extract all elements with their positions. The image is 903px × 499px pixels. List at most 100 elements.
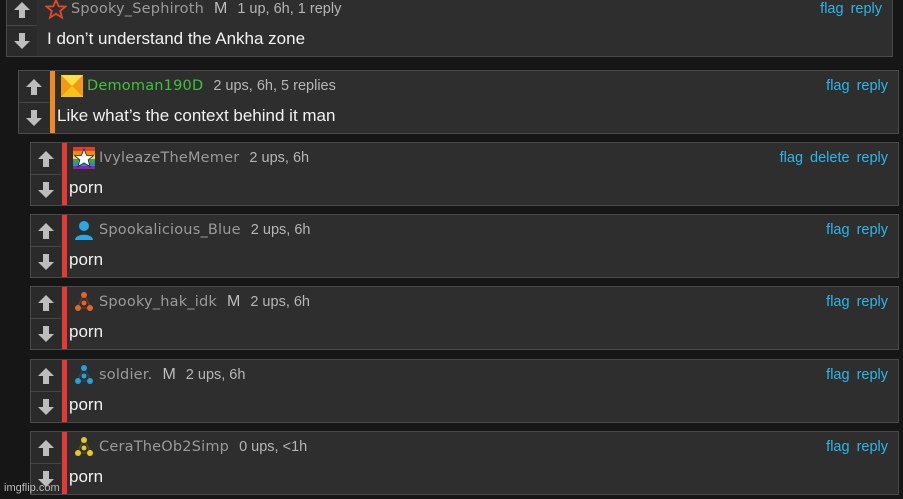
flag-link[interactable]: flag — [826, 78, 849, 94]
username[interactable]: IvyleazeTheMemer — [99, 150, 239, 166]
reply-link[interactable]: reply — [857, 367, 888, 383]
arrow-down-icon — [26, 109, 42, 126]
comment-actions: flag reply — [819, 364, 888, 386]
arrow-up-icon — [38, 150, 54, 167]
thread-accent-bar — [50, 71, 55, 133]
comment-meta: 2 ups, 6h, 5 replies — [213, 78, 336, 94]
avatar[interactable] — [73, 291, 95, 313]
downvote-button[interactable] — [31, 174, 61, 205]
username[interactable]: Spookalicious_Blue — [99, 222, 241, 238]
avatar[interactable] — [73, 219, 95, 241]
upvote-button[interactable] — [19, 71, 49, 103]
comment-meta: 2 ups, 6h — [250, 294, 311, 310]
username[interactable]: soldier. — [99, 367, 152, 383]
avatar[interactable] — [73, 436, 95, 458]
upvote-button[interactable] — [31, 143, 61, 175]
comment-header: Spooky_hak_idk M 2 ups, 6h — [99, 291, 310, 313]
comment-text: Like what’s the context behind it man — [57, 106, 336, 125]
delete-link[interactable]: delete — [810, 150, 850, 166]
comment-text: I don’t understand the Ankha zone — [47, 29, 306, 48]
comment-header: soldier. M 2 ups, 6h — [99, 364, 245, 386]
flag-link[interactable]: flag — [820, 1, 843, 17]
comment: CeraTheOb2Simp 0 ups, <1h flag reply por… — [30, 431, 899, 495]
arrow-down-icon — [38, 398, 54, 415]
upvote-button[interactable] — [31, 360, 61, 392]
arrow-down-icon — [38, 325, 54, 342]
vote-column — [31, 287, 61, 349]
comment-meta: 2 ups, 6h — [185, 367, 246, 383]
mod-badge: M — [227, 293, 241, 310]
username[interactable]: Spooky_Sephiroth — [71, 1, 204, 17]
comment-header: IvyleazeTheMemer 2 ups, 6h — [99, 147, 309, 169]
thread-accent-bar — [62, 432, 67, 494]
comment-actions: flag reply — [819, 75, 888, 97]
comment-text: porn — [69, 322, 104, 341]
comment-header: Demoman190D 2 ups, 6h, 5 replies — [87, 75, 336, 97]
comment: Demoman190D 2 ups, 6h, 5 replies flag re… — [18, 70, 899, 134]
comment-actions: flag reply — [819, 219, 888, 241]
flag-link[interactable]: flag — [826, 222, 849, 238]
comment-meta: 2 ups, 6h — [249, 150, 310, 166]
arrow-up-icon — [14, 1, 30, 18]
upvote-button[interactable] — [31, 215, 61, 247]
reply-link[interactable]: reply — [857, 439, 888, 455]
comment-text: porn — [69, 395, 104, 414]
rainbow-star-icon — [73, 147, 95, 169]
reply-link[interactable]: reply — [857, 150, 888, 166]
comment-content: Spooky_hak_idk M 2 ups, 6h flag reply po… — [69, 287, 898, 349]
upvote-button[interactable] — [7, 0, 37, 26]
upvote-button[interactable] — [31, 287, 61, 319]
vote-column — [31, 143, 61, 205]
thread-accent-bar — [62, 287, 67, 349]
yellow-pinwheel-icon — [61, 75, 83, 97]
comment-text: porn — [69, 178, 104, 197]
vote-column — [31, 215, 61, 277]
flag-link[interactable]: flag — [826, 439, 849, 455]
downvote-button[interactable] — [31, 246, 61, 277]
downvote-button[interactable] — [31, 318, 61, 349]
avatar[interactable] — [45, 0, 67, 20]
comment-meta: 2 ups, 6h — [250, 222, 311, 238]
red-star-outline-icon — [45, 0, 67, 20]
blue-person-icon — [75, 221, 93, 240]
reply-link[interactable]: reply — [857, 222, 888, 238]
comment-content: Spooky_Sephiroth M 1 up, 6h, 1 reply fla… — [41, 0, 892, 56]
avatar[interactable] — [73, 364, 95, 386]
downvote-button[interactable] — [7, 25, 37, 56]
downvote-button[interactable] — [31, 391, 61, 422]
comment-thread: Spooky_Sephiroth M 1 up, 6h, 1 reply fla… — [0, 0, 903, 499]
yellow-triangle-dots-icon — [75, 437, 93, 456]
vote-column — [7, 0, 37, 56]
reply-link[interactable]: reply — [857, 78, 888, 94]
comment-meta: 1 up, 6h, 1 reply — [237, 1, 342, 17]
comment: Spookalicious_Blue 2 ups, 6h flag reply … — [30, 214, 899, 278]
flag-link[interactable]: flag — [826, 294, 849, 310]
flag-link[interactable]: flag — [780, 150, 803, 166]
downvote-button[interactable] — [19, 102, 49, 133]
reply-link[interactable]: reply — [857, 294, 888, 310]
vote-column — [31, 360, 61, 422]
comment-actions: flag delete reply — [773, 147, 888, 169]
comment-header: CeraTheOb2Simp 0 ups, <1h — [99, 436, 307, 458]
username[interactable]: Spooky_hak_idk — [99, 294, 217, 310]
arrow-up-icon — [38, 294, 54, 311]
arrow-up-icon — [38, 367, 54, 384]
blue-triangle-dots-icon — [75, 365, 93, 384]
comment-actions: flag reply — [819, 436, 888, 458]
arrow-down-icon — [14, 32, 30, 49]
arrow-up-icon — [26, 78, 42, 95]
username[interactable]: CeraTheOb2Simp — [99, 439, 229, 455]
comment: IvyleazeTheMemer 2 ups, 6h flag delete r… — [30, 142, 899, 206]
reply-link[interactable]: reply — [851, 1, 882, 17]
comment: soldier. M 2 ups, 6h flag reply porn — [30, 359, 899, 423]
comment-content: soldier. M 2 ups, 6h flag reply porn — [69, 360, 898, 422]
avatar[interactable] — [73, 147, 95, 169]
flag-link[interactable]: flag — [826, 367, 849, 383]
upvote-button[interactable] — [31, 432, 61, 464]
mod-badge: M — [214, 0, 228, 17]
mod-badge: M — [162, 366, 176, 383]
avatar[interactable] — [61, 75, 83, 97]
username[interactable]: Demoman190D — [87, 78, 203, 94]
comment: Spooky_hak_idk M 2 ups, 6h flag reply po… — [30, 286, 899, 350]
comment-content: IvyleazeTheMemer 2 ups, 6h flag delete r… — [69, 143, 898, 205]
